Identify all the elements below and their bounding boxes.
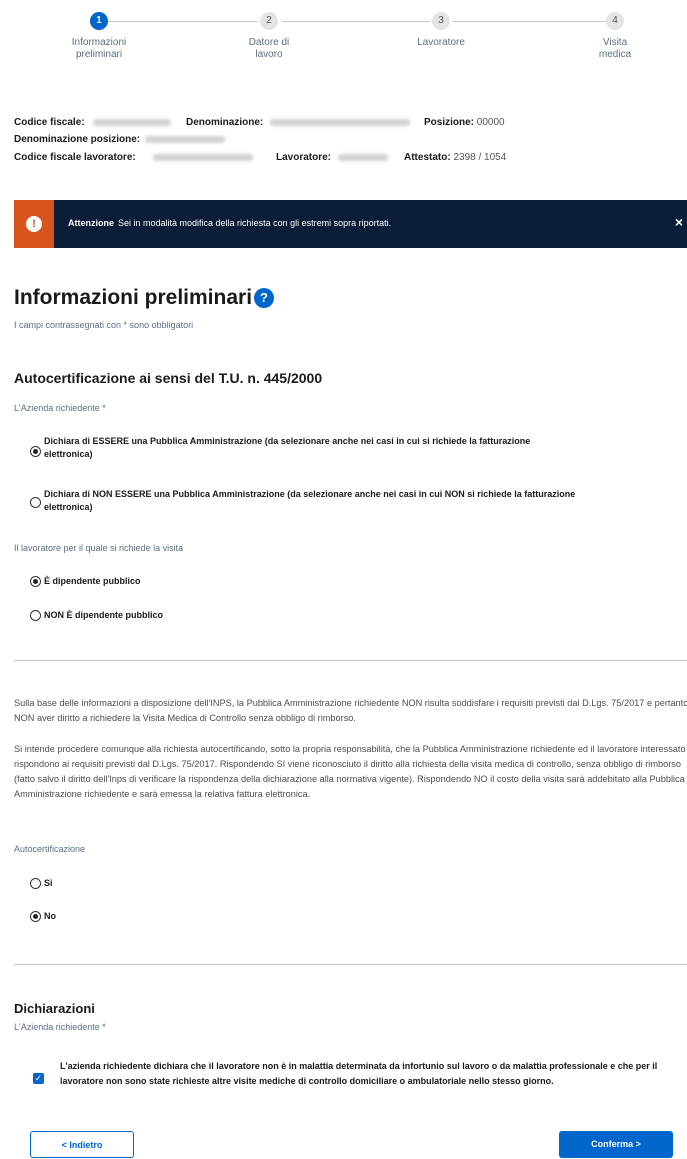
lavoratore-label: Il lavoratore per il quale si richiede l… xyxy=(14,543,184,553)
lavoratore-label: Lavoratore: xyxy=(276,152,332,163)
radio-non-pa[interactable] xyxy=(30,497,41,508)
denominazione-redacted xyxy=(270,118,411,126)
option-dipendente-pubblico-label[interactable]: È dipendente pubblico xyxy=(44,575,141,588)
autocert-section-title: Autocertificazione ai sensi del T.U. n. … xyxy=(14,370,323,386)
radio-pa[interactable] xyxy=(30,446,41,457)
dichiarazioni-title: Dichiarazioni xyxy=(14,1001,95,1016)
stepper-line-2 xyxy=(282,21,430,22)
back-button[interactable]: < Indietro xyxy=(30,1131,134,1158)
radio-no[interactable] xyxy=(30,911,41,922)
codice-fiscale-label: Codice fiscale: xyxy=(14,117,85,128)
inps-paragraph-2: Si intende procedere comunque alla richi… xyxy=(14,744,686,799)
denominazione-posizione-redacted xyxy=(144,135,225,143)
alert-text: Sei in modalità modifica della richiesta… xyxy=(118,218,392,228)
required-note: I campi contrassegnati con * sono obblig… xyxy=(14,320,194,330)
alert-title: Attenzione xyxy=(68,218,114,228)
denominazione-posizione-label: Denominazione posizione: xyxy=(14,134,141,145)
dichiarazione-checkbox[interactable]: ✓ xyxy=(33,1073,44,1084)
step-2-label: Datore di lavoro xyxy=(248,37,290,60)
option-si-label[interactable]: Si xyxy=(44,877,53,890)
help-icon[interactable]: ? xyxy=(254,288,274,308)
info-row-1: Codice fiscale: xyxy=(14,117,172,128)
step-3-label: Lavoratore xyxy=(417,37,465,48)
azienda-richiedente-label: L'Azienda richiedente * xyxy=(14,403,106,413)
info-posizione: Posizione: 00000 xyxy=(424,117,505,128)
dichiarazioni-azienda-label: L'Azienda richiedente * xyxy=(14,1022,106,1032)
info-row-3: Codice fiscale lavoratore: xyxy=(14,152,253,163)
stepper-line-1 xyxy=(108,21,258,22)
posizione-label: Posizione: xyxy=(424,117,475,128)
info-lavoratore: Lavoratore: xyxy=(276,152,388,163)
page-title: Informazioni preliminari xyxy=(14,286,253,309)
dichiarazione-text[interactable]: L'azienda richiedente dichiara che il la… xyxy=(60,1059,687,1089)
section-divider-1 xyxy=(14,660,687,661)
inps-paragraph-1: Sulla base delle informazioni a disposiz… xyxy=(14,698,687,723)
close-icon[interactable]: × xyxy=(675,214,683,230)
step-4-label: Visita medica xyxy=(598,37,632,60)
info-attestato: Attestato: 2398 / 1054 xyxy=(404,152,506,163)
step-3-circle: 3 xyxy=(432,12,450,30)
denominazione-label: Denominazione: xyxy=(186,117,264,128)
radio-si[interactable] xyxy=(30,878,41,889)
alert-banner: ! Attenzione Sei in modalità modifica de… xyxy=(14,200,687,248)
option-pa-label[interactable]: Dichiara di ESSERE una Pubblica Amminist… xyxy=(44,435,684,461)
info-denominazione: Denominazione: xyxy=(186,117,411,128)
lavoratore-redacted xyxy=(337,153,388,161)
option-no-label[interactable]: No xyxy=(44,910,56,923)
radio-dipendente-pubblico[interactable] xyxy=(30,576,41,587)
attestato-label: Attestato: xyxy=(404,152,451,163)
step-1-circle: 1 xyxy=(90,12,108,30)
radio-non-dipendente-pubblico[interactable] xyxy=(30,610,41,621)
alert-icon-box: ! xyxy=(14,200,54,248)
step-4-circle: 4 xyxy=(606,12,624,30)
posizione-value: 00000 xyxy=(476,117,505,128)
option-non-dipendente-pubblico-label[interactable]: NON È dipendente pubblico xyxy=(44,609,163,622)
step-2-circle: 2 xyxy=(260,12,278,30)
step-1-label: Informazioni preliminari xyxy=(71,37,127,60)
codice-fiscale-lavoratore-label: Codice fiscale lavoratore: xyxy=(14,152,136,163)
option-non-pa-label[interactable]: Dichiara di NON ESSERE una Pubblica Ammi… xyxy=(44,488,687,514)
codice-fiscale-redacted xyxy=(93,118,172,126)
confirm-button[interactable]: Conferma > xyxy=(559,1131,673,1158)
attestato-value: 2398 / 1054 xyxy=(453,152,507,163)
autocertificazione-label: Autocertificazione xyxy=(14,844,86,854)
exclamation-icon: ! xyxy=(26,216,42,232)
info-row-2: Denominazione posizione: xyxy=(14,134,225,145)
codice-fiscale-lavoratore-redacted xyxy=(152,153,253,161)
section-divider-2 xyxy=(14,964,687,965)
stepper-line-3 xyxy=(452,21,606,22)
